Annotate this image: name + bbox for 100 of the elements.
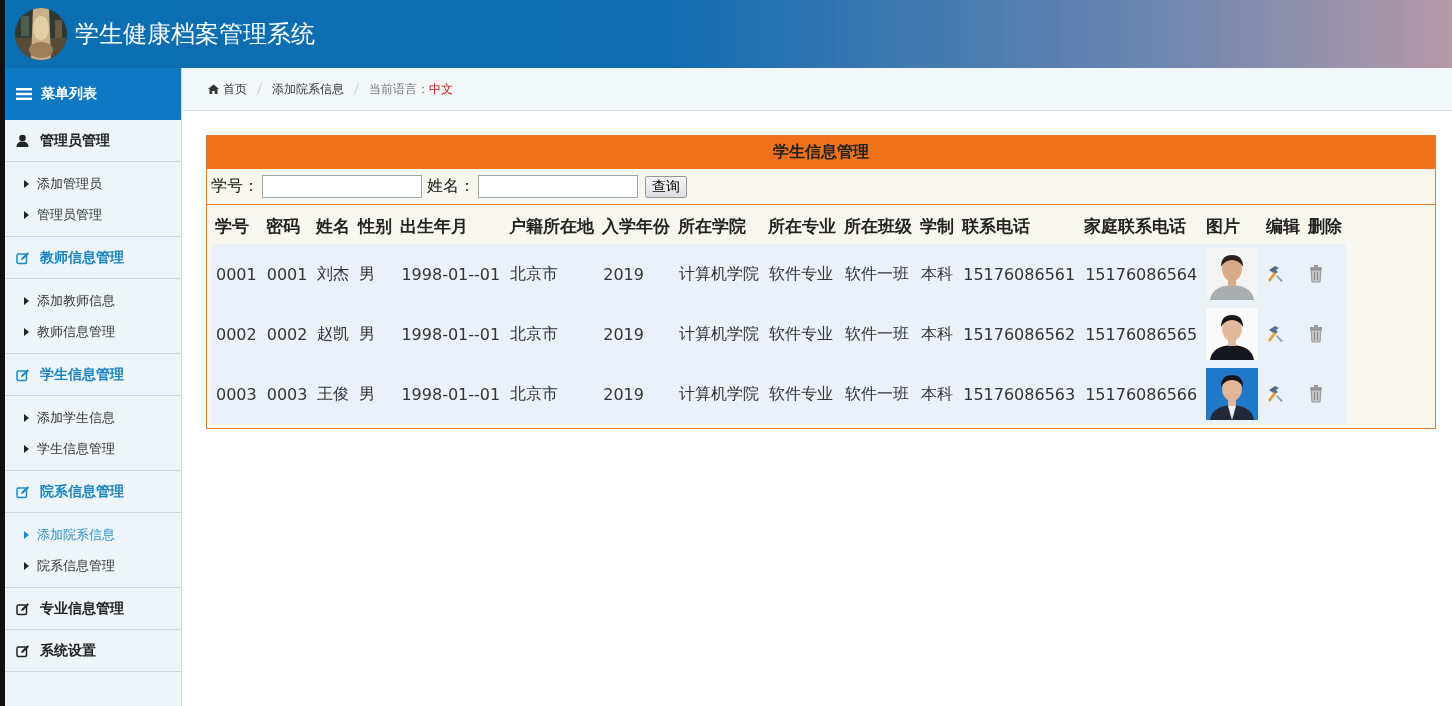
column-header: 出生年月 [396,208,506,244]
table-cell: 软件专业 [764,304,841,364]
trash-icon [1309,325,1324,343]
table-cell: 北京市 [505,244,599,304]
menu-item[interactable]: 添加教师信息 [5,285,181,316]
edit-icon [16,643,30,658]
menu-item[interactable]: 添加管理员 [5,168,181,199]
caret-icon [24,413,29,422]
table-cell: 软件一班 [840,304,917,364]
table-cell: 0001 [211,244,262,304]
column-header: 入学年份 [598,208,675,244]
table-cell: 0003 [261,364,313,424]
menu-group[interactable]: 教师信息管理 [5,237,181,279]
caret-icon [24,179,29,188]
column-header: 学制 [916,208,959,244]
table-cell: 0003 [211,364,262,424]
menu-item[interactable]: 院系信息管理 [5,550,181,581]
user-icon [16,133,30,148]
field-label: 姓名： [427,176,475,197]
column-header: 删除 [1304,208,1347,244]
table-cell: 软件一班 [840,244,917,304]
breadcrumb-link[interactable]: 添加院系信息 [272,80,344,98]
panel-title: 学生信息管理 [207,136,1435,169]
menu-icon [16,87,32,101]
input-field[interactable] [478,175,638,198]
home-icon [208,84,219,94]
column-header: 姓名 [312,208,355,244]
table-cell: 男 [354,244,397,304]
table-cell: 软件一班 [840,364,917,424]
caret-icon [24,444,29,453]
table-cell: 王俊 [312,364,355,424]
table-cell: 2019 [598,244,675,304]
table-cell: 北京市 [505,364,599,424]
table-cell: 计算机学院 [674,244,765,304]
menu-item[interactable]: 学生信息管理 [5,433,181,464]
menu-group[interactable]: 院系信息管理 [5,471,181,513]
column-header: 所在班级 [840,208,917,244]
menu-item[interactable]: 教师信息管理 [5,316,181,347]
table-cell: 2019 [598,304,675,364]
field-label: 学号： [211,176,259,197]
column-header: 编辑 [1262,208,1305,244]
table-cell: 1998-01--01 [396,364,506,424]
table-cell: 软件专业 [764,364,841,424]
menu-group[interactable]: 专业信息管理 [5,588,181,630]
trash-icon [1309,265,1324,283]
table-cell: 北京市 [505,304,599,364]
menu-group[interactable]: 学生信息管理 [5,354,181,396]
column-header: 图片 [1202,208,1263,244]
caret-icon [24,296,29,305]
table-cell: 0002 [211,304,262,364]
language-label: 当前语言：中文 [369,80,453,98]
column-header: 所在专业 [764,208,841,244]
table-cell: 0001 [261,244,313,304]
column-header: 所在学院 [674,208,765,244]
caret-icon [24,327,29,336]
hammer-icon [1267,385,1286,403]
table-cell: 2019 [598,364,675,424]
menu-group[interactable]: 系统设置 [5,630,181,672]
table-cell: 0002 [261,304,313,364]
column-header: 户籍所在地 [505,208,599,244]
table-cell: 本科 [916,364,959,424]
input-field[interactable] [262,175,422,198]
table-cell: 15176086565 [1080,304,1203,364]
edit-icon [16,250,30,265]
breadcrumb-link[interactable]: 首页 [223,80,247,98]
table-cell: 赵凯 [312,304,355,364]
hammer-icon [1267,325,1286,343]
table-cell: 男 [354,364,397,424]
table-cell: 计算机学院 [674,304,765,364]
table-cell: 15176086562 [958,304,1081,364]
table-cell: 软件专业 [764,244,841,304]
menu-item[interactable]: 管理员管理 [5,199,181,230]
column-header: 家庭联系电话 [1080,208,1203,244]
search-button[interactable]: 查询 [645,175,687,198]
menu-item[interactable]: 添加学生信息 [5,402,181,433]
column-header: 学号 [211,208,262,244]
table-cell: 计算机学院 [674,364,765,424]
edit-icon [16,367,30,382]
column-header: 联系电话 [958,208,1081,244]
table-cell: 15176086561 [958,244,1081,304]
caret-icon [24,210,29,219]
edit-icon [16,601,30,616]
table-cell: 15176086564 [1080,244,1203,304]
column-header: 密码 [261,208,313,244]
caret-icon [24,561,29,570]
table-cell: 15176086566 [1080,364,1203,424]
table-cell: 1998-01--01 [396,244,506,304]
hammer-icon [1267,265,1286,283]
table-cell: 15176086563 [958,364,1081,424]
trash-icon [1309,385,1324,403]
menu-group[interactable]: 管理员管理 [5,120,181,162]
menu-title: 菜单列表 [41,85,97,103]
column-header: 性别 [354,208,397,244]
table-cell: 1998-01--01 [396,304,506,364]
table-cell: 本科 [916,304,959,364]
edit-icon [16,484,30,499]
app-title: 学生健康档案管理系统 [75,19,315,50]
table-cell: 本科 [916,244,959,304]
table-cell: 刘杰 [312,244,355,304]
caret-icon [24,530,29,539]
